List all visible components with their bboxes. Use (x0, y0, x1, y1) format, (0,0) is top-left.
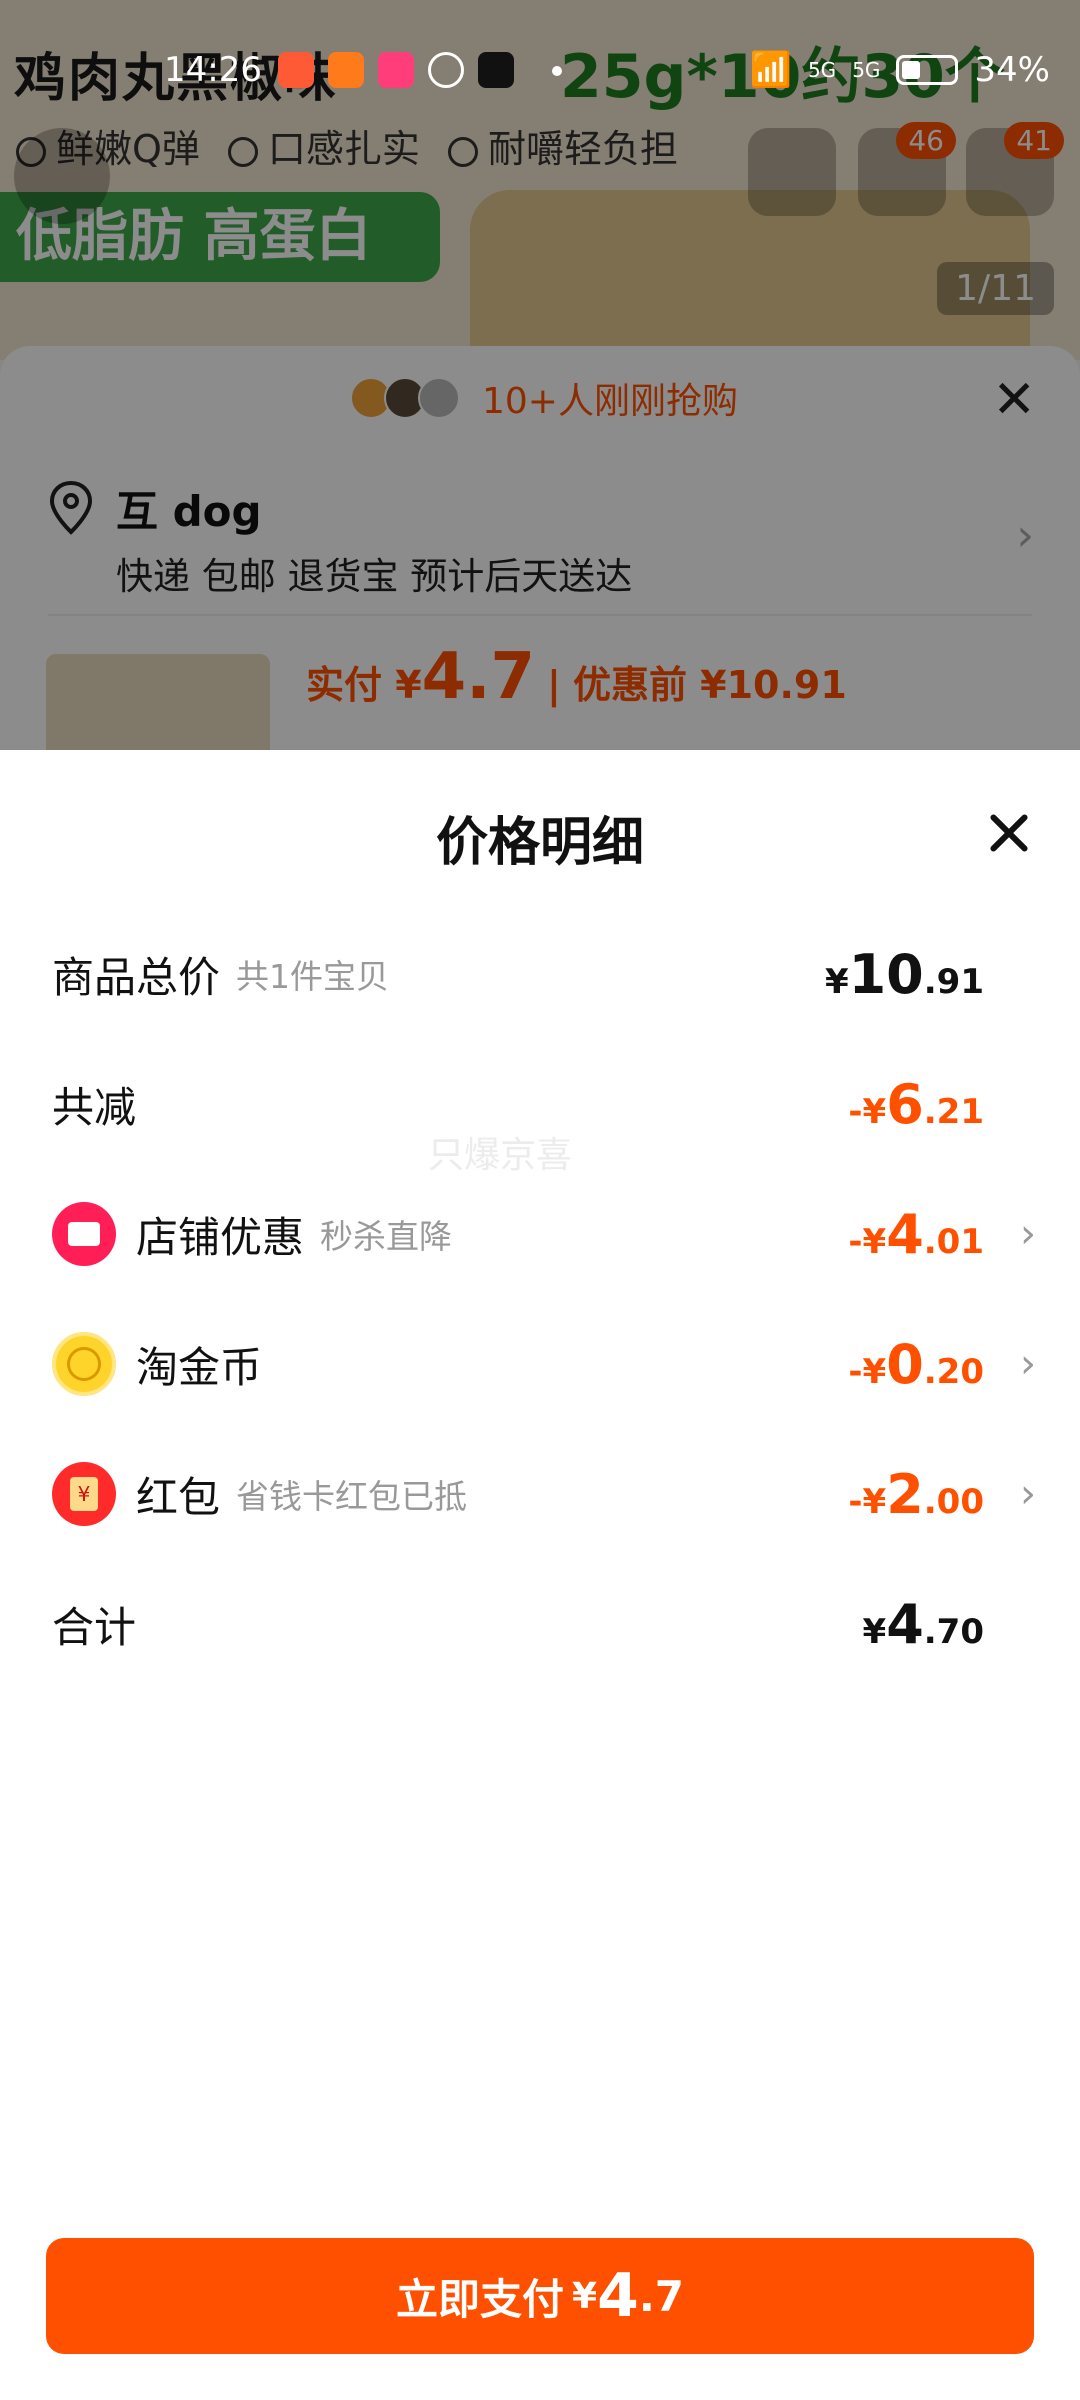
gold-coin-icon (52, 1332, 116, 1396)
red-packet-icon: ¥ (52, 1462, 116, 1526)
row-amount: -¥0.20 (848, 1332, 984, 1396)
chevron-right-icon[interactable]: › (1020, 1341, 1036, 1387)
row-amount: -¥2.00 (848, 1462, 984, 1526)
notification-dot (552, 66, 562, 76)
wechat-icon (428, 52, 464, 88)
row-sublabel: 共1件宝贝 (236, 957, 390, 996)
row-label: 共减 (52, 1082, 137, 1132)
sheet-title: 价格明细 (435, 813, 644, 873)
pay-now-button[interactable]: 立即支付 ¥4.7 (46, 2238, 1034, 2354)
battery-icon (896, 55, 959, 85)
battery-percent: 34% (974, 50, 1050, 90)
row-label: 店铺优惠 (136, 1212, 305, 1262)
network-label: 5G (807, 58, 837, 82)
row-total-discount: 共减 -¥6.21 (52, 1064, 1028, 1144)
row-red-packet[interactable]: ¥ 红包 省钱卡红包已抵 -¥2.00 › (52, 1454, 1036, 1534)
row-amount: ¥4.70 (862, 1592, 984, 1656)
row-amount: ¥10.91 (824, 942, 984, 1006)
status-time: 14:26 (164, 50, 262, 90)
app-notification-icon (328, 52, 364, 88)
row-label: 合计 (52, 1602, 137, 1652)
row-grand-total: 合计 ¥4.70 (52, 1584, 1028, 1664)
shop-icon (52, 1202, 116, 1266)
close-icon[interactable] (986, 810, 1032, 856)
chevron-right-icon[interactable]: › (1020, 1211, 1036, 1257)
status-indicators: 📶 5G 5G 34% (750, 50, 1050, 90)
app-notification-icon (278, 52, 314, 88)
price-detail-sheet: 价格明细 只爆京喜 商品总价 共1件宝贝 ¥10.91 共减 -¥6.21 店铺… (0, 750, 1080, 2400)
pay-button-currency: ¥ (572, 2275, 598, 2317)
row-amount: -¥6.21 (848, 1072, 984, 1136)
network-label: 5G (852, 58, 881, 82)
overlay-dim[interactable] (0, 0, 1080, 750)
row-sublabel: 省钱卡红包已抵 (236, 1477, 468, 1516)
row-gold-coin[interactable]: 淘金币 -¥0.20 › (52, 1324, 1036, 1404)
row-amount: -¥4.01 (848, 1202, 984, 1266)
row-label: 淘金币 (136, 1342, 263, 1392)
pay-button-amount-dec: .7 (638, 2271, 684, 2321)
pay-button-label: 立即支付 (395, 2274, 564, 2324)
row-label: 商品总价 (52, 952, 221, 1002)
status-bar: 14:26 📶 5G 5G 34% (0, 0, 1080, 110)
notification-icons (278, 52, 514, 88)
chevron-right-icon[interactable]: › (1020, 1471, 1036, 1517)
row-label: 红包 (136, 1472, 221, 1522)
app-notification-icon (378, 52, 414, 88)
row-sublabel: 秒杀直降 (320, 1217, 453, 1256)
wifi-icon: 📶 (749, 50, 792, 90)
pay-button-amount-int: 4 (597, 2261, 639, 2331)
row-total-goods: 商品总价 共1件宝贝 ¥10.91 (52, 934, 1028, 1014)
row-shop-discount[interactable]: 店铺优惠 秒杀直降 -¥4.01 › (52, 1194, 1036, 1274)
tiktok-icon (478, 52, 514, 88)
